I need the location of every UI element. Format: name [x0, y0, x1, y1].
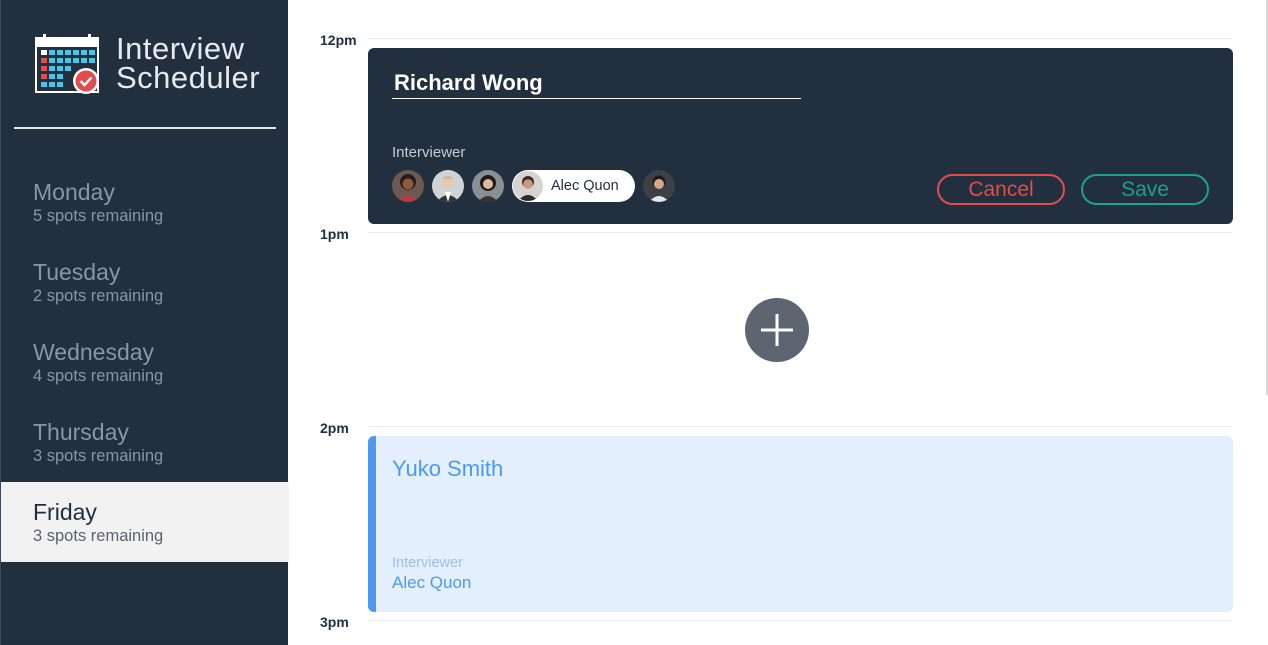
appointment-interviewer-heading: Interviewer	[392, 555, 463, 571]
time-label-1pm: 1pm	[320, 226, 349, 242]
selected-interviewer-name: Alec Quon	[551, 178, 619, 194]
day-spots: 2 spots remaining	[33, 287, 164, 305]
calendar-logo-icon	[33, 32, 101, 96]
appointment-card[interactable]: Yuko Smith Interviewer Alec Quon	[368, 436, 1233, 612]
time-label-3pm: 3pm	[320, 614, 349, 630]
app-title-line1: Interview	[116, 31, 245, 66]
appointment-form: Interviewer	[368, 48, 1233, 224]
day-item-wednesday[interactable]: Wednesday 4 spots remaining	[1, 322, 289, 402]
avatar-icon	[472, 170, 504, 202]
cancel-button[interactable]: Cancel	[937, 174, 1065, 205]
student-name-input[interactable]	[392, 68, 801, 99]
app-title-line2: Scheduler	[116, 60, 261, 95]
appointment-student-name: Yuko Smith	[392, 456, 504, 481]
day-spots: 3 spots remaining	[33, 527, 164, 545]
day-spots: 3 spots remaining	[33, 447, 164, 465]
interviewer-heading: Interviewer	[392, 144, 466, 161]
interviewer-avatar-3[interactable]	[472, 170, 504, 202]
day-item-friday[interactable]: Friday 3 spots remaining	[1, 482, 289, 562]
avatar-icon	[432, 170, 464, 202]
day-name: Tuesday	[33, 259, 121, 285]
app-title: Interview Scheduler	[116, 31, 261, 95]
day-item-monday[interactable]: Monday 5 spots remaining	[1, 162, 289, 242]
hour-divider	[368, 232, 1232, 233]
day-spots: 5 spots remaining	[33, 207, 164, 225]
day-list: Monday 5 spots remaining Tuesday 2 spots…	[1, 162, 289, 562]
sidebar-divider	[14, 127, 276, 129]
hour-divider	[368, 426, 1232, 427]
appointment-interviewer-name: Alec Quon	[392, 573, 472, 592]
sidebar: Interview Scheduler Monday 5 spots remai…	[0, 0, 289, 645]
add-appointment-button[interactable]	[745, 298, 809, 362]
interviewer-avatar-2[interactable]	[432, 170, 464, 202]
interviewer-avatar-1[interactable]	[392, 170, 424, 202]
selected-interviewer-chip[interactable]: Alec Quon	[512, 170, 635, 202]
avatar-icon	[392, 170, 424, 202]
hour-divider	[368, 38, 1232, 39]
day-name: Wednesday	[33, 339, 155, 365]
day-name: Friday	[33, 499, 97, 525]
avatar-icon	[513, 171, 543, 201]
save-button[interactable]: Save	[1081, 174, 1209, 205]
day-item-thursday[interactable]: Thursday 3 spots remaining	[1, 402, 289, 482]
time-label-2pm: 2pm	[320, 420, 349, 436]
avatar-icon	[642, 170, 675, 202]
day-spots: 4 spots remaining	[33, 367, 164, 385]
interviewer-list: Alec Quon	[392, 169, 683, 203]
hour-divider	[368, 620, 1232, 621]
day-name: Thursday	[33, 419, 129, 445]
time-label-12pm: 12pm	[320, 32, 357, 48]
day-name: Monday	[33, 179, 115, 205]
interviewer-avatar-5[interactable]	[642, 170, 675, 202]
plus-icon	[761, 314, 793, 346]
day-item-tuesday[interactable]: Tuesday 2 spots remaining	[1, 242, 289, 322]
